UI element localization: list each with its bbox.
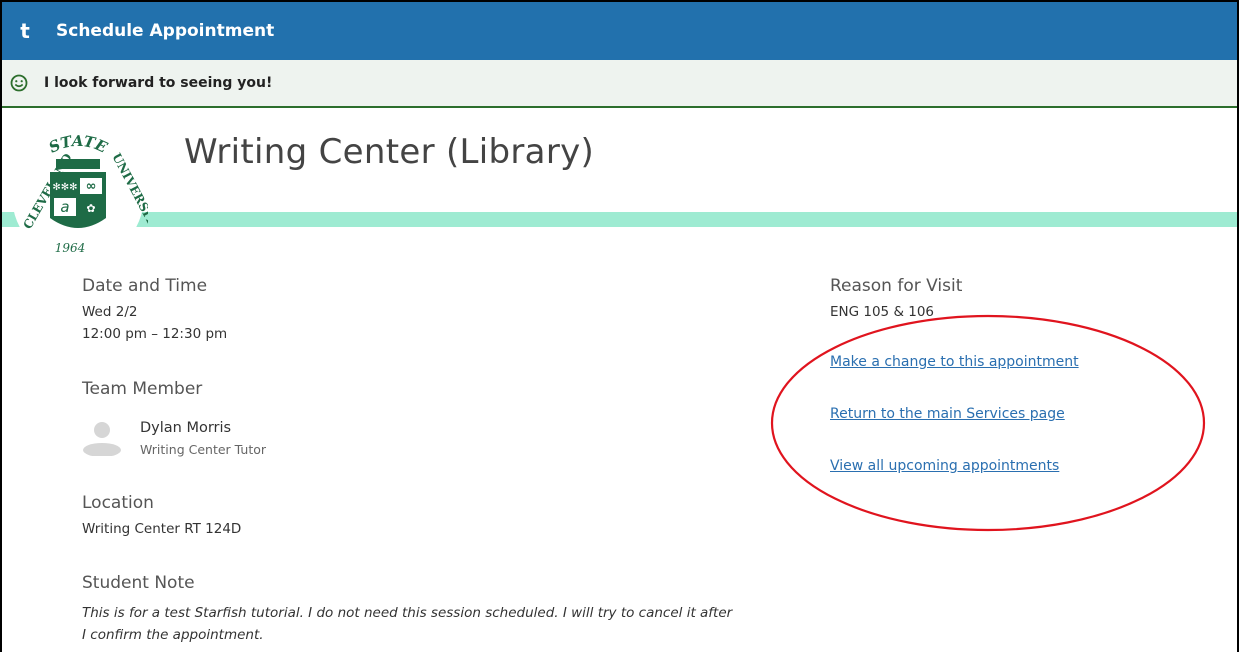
svg-text:∞: ∞	[86, 179, 97, 194]
location-value: Writing Center RT 124D	[82, 521, 242, 537]
header-title: Schedule Appointment	[56, 21, 275, 41]
svg-text:✿: ✿	[86, 202, 95, 215]
banner-message: I look forward to seeing you!	[44, 75, 273, 91]
location-heading: Location	[82, 493, 154, 513]
appointment-day: Wed 2/2	[82, 304, 138, 320]
app-frame: t Schedule Appointment I look forward to…	[0, 0, 1239, 652]
change-appointment-link[interactable]: Make a change to this appointment	[830, 354, 1079, 370]
team-member-name: Dylan Morris	[140, 420, 232, 436]
success-banner: I look forward to seeing you!	[2, 60, 1237, 108]
upcoming-appointments-link[interactable]: View all upcoming appointments	[830, 458, 1059, 474]
student-note-line: I confirm the appointment.	[82, 627, 264, 643]
university-seal-logo: STATE CLEVELAND UNIVERSITY ∞ ✻✻✻ a ✿ 196…	[12, 130, 148, 262]
appointment-time: 12:00 pm – 12:30 pm	[82, 326, 228, 342]
date-time-heading: Date and Time	[82, 276, 208, 296]
starfish-logo-icon[interactable]: t	[16, 19, 34, 43]
svg-text:a: a	[60, 198, 69, 216]
smiley-icon	[10, 74, 28, 92]
team-member-heading: Team Member	[82, 379, 203, 399]
reason-value: ENG 105 & 106	[830, 304, 935, 320]
svg-text:✻✻✻: ✻✻✻	[52, 182, 77, 193]
student-note-heading: Student Note	[82, 573, 195, 593]
accent-bar	[2, 212, 1237, 227]
student-note-text: This is for a test Starfish tutorial. I …	[82, 602, 802, 646]
reason-heading: Reason for Visit	[830, 276, 963, 296]
header-bar: t Schedule Appointment	[2, 2, 1237, 60]
avatar	[83, 422, 121, 456]
svg-text:1964: 1964	[55, 241, 86, 255]
student-note-line: This is for a test Starfish tutorial. I …	[82, 605, 733, 621]
page-title: Writing Center (Library)	[184, 132, 595, 172]
services-page-link[interactable]: Return to the main Services page	[830, 406, 1065, 422]
team-member-role: Writing Center Tutor	[140, 442, 267, 457]
